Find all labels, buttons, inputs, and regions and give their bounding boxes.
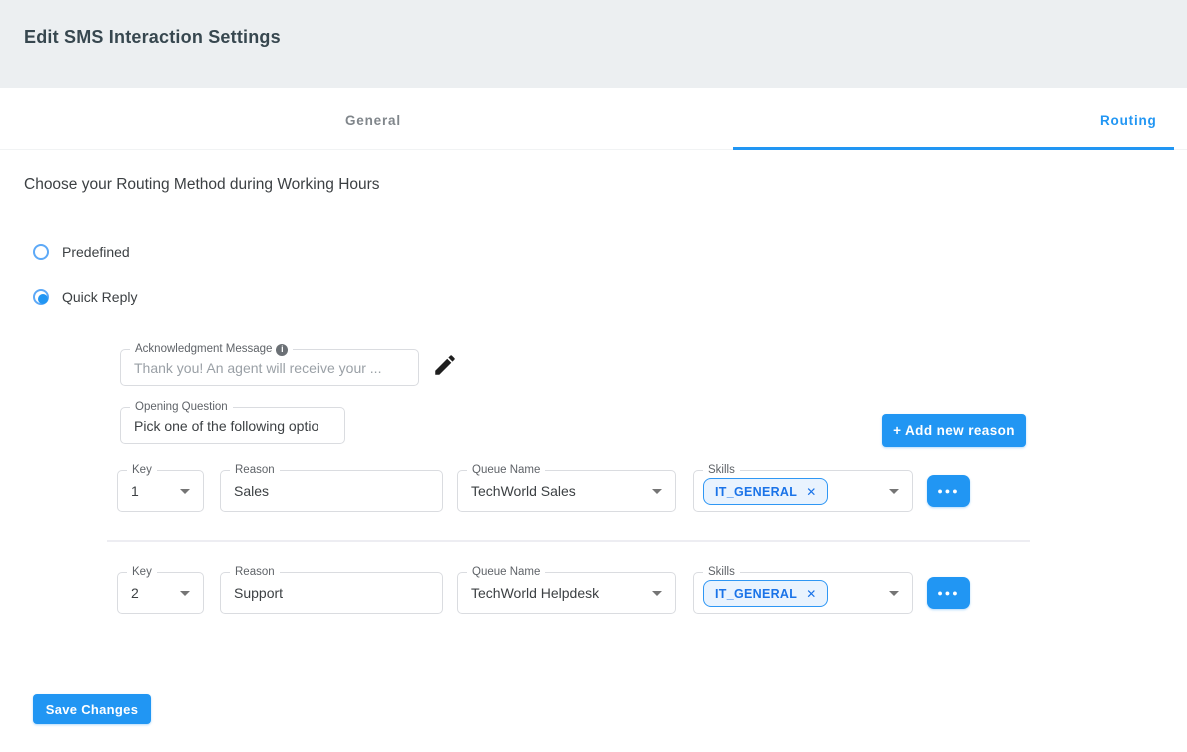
chip-remove-icon[interactable]: ✕ <box>806 588 816 600</box>
queue-name-value[interactable]: TechWorld Helpdesk <box>471 573 649 613</box>
reason-row-1: Key 1 Reason Sales Queue Name TechWorld … <box>0 470 1187 512</box>
more-options-button[interactable]: ●●● <box>927 577 970 609</box>
reason-input[interactable]: Reason Sales <box>220 470 443 512</box>
radio-label-quick-reply: Quick Reply <box>62 289 137 305</box>
queue-name-value[interactable]: TechWorld Sales <box>471 471 649 511</box>
edit-sms-interaction-settings-page: Edit SMS Interaction Settings General Ro… <box>0 0 1187 752</box>
opening-question-value[interactable]: Pick one of the following option <box>134 408 318 443</box>
chevron-down-icon[interactable] <box>180 489 190 494</box>
skill-chip[interactable]: IT_GENERAL ✕ <box>703 580 828 607</box>
skill-chip[interactable]: IT_GENERAL ✕ <box>703 478 828 505</box>
radio-label-predefined: Predefined <box>62 244 130 260</box>
row-divider <box>107 540 1030 542</box>
routing-method-heading: Choose your Routing Method during Workin… <box>24 176 380 194</box>
radio-selected-icon[interactable] <box>33 289 49 305</box>
skill-chip-label: IT_GENERAL <box>715 485 797 499</box>
queue-name-select[interactable]: Queue Name TechWorld Sales <box>457 470 676 512</box>
page-header: Edit SMS Interaction Settings <box>0 0 1187 88</box>
key-value[interactable]: 1 <box>131 471 177 511</box>
chevron-down-icon[interactable] <box>652 489 662 494</box>
reason-value[interactable]: Support <box>234 573 416 613</box>
chevron-down-icon[interactable] <box>180 591 190 596</box>
edit-pencil-icon[interactable] <box>432 352 458 378</box>
tab-general[interactable]: General <box>345 113 401 128</box>
skills-select[interactable]: Skills IT_GENERAL ✕ <box>693 572 913 614</box>
chevron-down-icon[interactable] <box>889 591 899 596</box>
chevron-down-icon[interactable] <box>889 489 899 494</box>
add-new-reason-button[interactable]: + Add new reason <box>882 414 1026 447</box>
opening-question-field[interactable]: Opening Question Pick one of the followi… <box>120 407 345 444</box>
skills-label: Skills <box>703 464 740 477</box>
more-options-button[interactable]: ●●● <box>927 475 970 507</box>
skills-label: Skills <box>703 566 740 579</box>
acknowledgment-message-value[interactable]: Thank you! An agent will receive your ..… <box>134 350 392 385</box>
key-value[interactable]: 2 <box>131 573 177 613</box>
skills-select[interactable]: Skills IT_GENERAL ✕ <box>693 470 913 512</box>
save-changes-button[interactable]: Save Changes <box>33 694 151 724</box>
reason-row-2: Key 2 Reason Support Queue Name TechWorl… <box>0 572 1187 614</box>
active-tab-indicator <box>733 147 1174 150</box>
reason-value[interactable]: Sales <box>234 471 416 511</box>
radio-unselected-icon[interactable] <box>33 244 49 260</box>
tab-routing[interactable]: Routing <box>1100 113 1157 128</box>
radio-option-predefined[interactable]: Predefined <box>33 242 130 262</box>
queue-name-select[interactable]: Queue Name TechWorld Helpdesk <box>457 572 676 614</box>
chevron-down-icon[interactable] <box>652 591 662 596</box>
reason-input[interactable]: Reason Support <box>220 572 443 614</box>
page-title: Edit SMS Interaction Settings <box>24 27 281 48</box>
tab-bar: General Routing <box>0 88 1187 150</box>
chip-remove-icon[interactable]: ✕ <box>806 486 816 498</box>
key-select[interactable]: Key 2 <box>117 572 204 614</box>
radio-option-quick-reply[interactable]: Quick Reply <box>33 287 137 307</box>
acknowledgment-message-field[interactable]: Acknowledgment Message i Thank you! An a… <box>120 349 419 386</box>
key-select[interactable]: Key 1 <box>117 470 204 512</box>
skill-chip-label: IT_GENERAL <box>715 587 797 601</box>
